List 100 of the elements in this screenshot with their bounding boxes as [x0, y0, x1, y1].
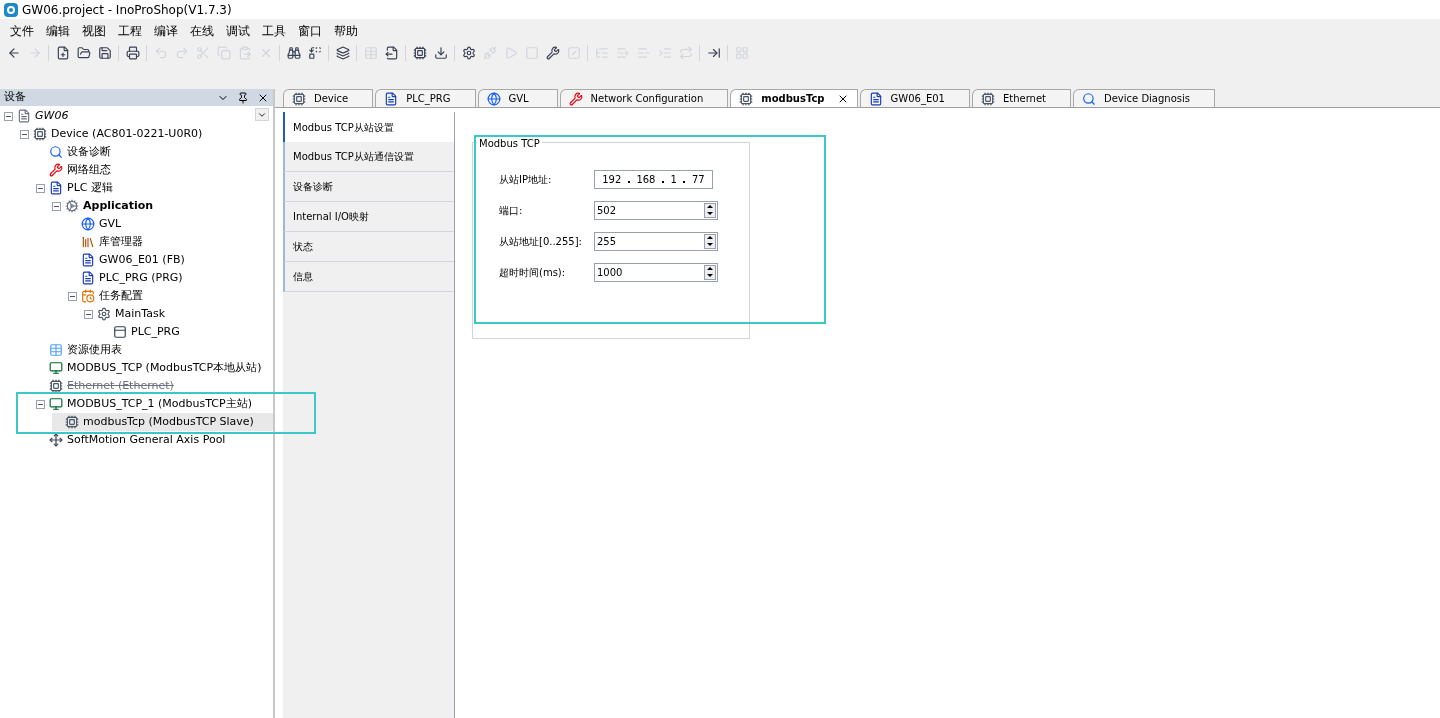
module-icon: [49, 361, 63, 375]
device-icon: [980, 91, 995, 106]
editor-tab[interactable]: PLC_PRG: [375, 89, 476, 107]
tree-item[interactable]: GW06_E01 (FB): [68, 251, 273, 269]
expander-icon[interactable]: [4, 111, 13, 121]
menu-item[interactable]: 在线: [184, 21, 220, 40]
expander-icon[interactable]: [36, 399, 45, 409]
tree-item-label: 资源使用表: [67, 341, 122, 358]
number-field[interactable]: 1000: [594, 262, 718, 282]
tree-item[interactable]: modbusTcp (ModbusTCP Slave): [52, 413, 273, 431]
menu-item[interactable]: 工具: [256, 21, 292, 40]
pin-icon[interactable]: [237, 91, 249, 104]
tree-item[interactable]: Device (AC801-0221-U0R0): [20, 125, 273, 143]
field-label: 端口:: [499, 203, 524, 218]
menu-item[interactable]: 文件: [4, 21, 40, 40]
device-icon: [49, 379, 63, 393]
books-icon: [81, 235, 95, 249]
expander-icon[interactable]: [84, 309, 93, 319]
ip-address-field[interactable]: 192 168 1 77: [594, 169, 713, 189]
tree-item[interactable]: MainTask: [84, 305, 273, 323]
tree-item[interactable]: SoftMotion General Axis Pool: [36, 431, 273, 449]
tree-item[interactable]: MODBUS_TCP (ModbusTCP本地从站): [36, 359, 273, 377]
tree-item-label: GVL: [99, 215, 122, 232]
expander-icon[interactable]: [36, 183, 45, 193]
menu-item[interactable]: 调试: [220, 21, 256, 40]
gear-icon: [97, 307, 111, 321]
editor-tab[interactable]: GVL: [477, 89, 558, 107]
spinner-icon[interactable]: [704, 202, 716, 218]
wrench-icon: [568, 91, 583, 106]
expander-icon[interactable]: [20, 129, 29, 139]
tree-item[interactable]: 任务配置: [68, 287, 273, 305]
field-label: 从站地址[0..255]:: [499, 234, 583, 249]
wrench-icon: [49, 163, 63, 177]
tree-item-label: MainTask: [115, 305, 165, 322]
editor-tab[interactable]: Device: [283, 89, 374, 107]
document-icon: [81, 253, 95, 267]
search-icon: [49, 145, 63, 159]
ip-octet: 168: [636, 172, 656, 187]
menu-item[interactable]: 编辑: [40, 21, 76, 40]
search-icon: [1082, 91, 1096, 106]
tree-item-label: Application: [83, 197, 154, 214]
expander-icon[interactable]: [68, 291, 77, 301]
menu-item[interactable]: 窗口: [292, 21, 328, 40]
axis-icon: [49, 433, 63, 447]
document-icon: [49, 181, 63, 195]
tree-item-label: PLC_PRG (PRG): [99, 269, 183, 286]
tree-item-label: 库管理器: [99, 233, 143, 250]
tree-item[interactable]: GVL: [68, 215, 273, 233]
page-tab[interactable]: Modbus TCP从站通信设置: [283, 142, 454, 172]
menu-item[interactable]: 视图: [76, 21, 112, 40]
tree-item[interactable]: 设备诊断: [36, 143, 273, 161]
device-icon: [292, 91, 306, 106]
editor-tab[interactable]: modbusTcp: [730, 89, 858, 107]
device-icon: [739, 91, 754, 106]
page-tab[interactable]: 信息: [283, 262, 454, 292]
editor-tab[interactable]: GW06_E01: [859, 89, 970, 107]
tree-item-label: modbusTcp (ModbusTCP Slave): [83, 413, 254, 430]
ip-octet: 1: [670, 172, 677, 187]
expander-icon[interactable]: [52, 201, 61, 211]
ip-octet: 77: [691, 172, 705, 187]
spinner-icon[interactable]: [704, 233, 716, 249]
ip-octet: 192: [602, 172, 622, 187]
tree-item[interactable]: PLC 逻辑: [36, 179, 273, 197]
menu-item[interactable]: 工程: [112, 21, 148, 40]
document-icon: [384, 91, 399, 106]
tree-item-label: Ethernet (Ethernet): [67, 377, 174, 394]
number-field[interactable]: 255: [594, 231, 718, 251]
tree-item-label: MODBUS_TCP (ModbusTCP本地从站): [67, 359, 262, 376]
editor-tab[interactable]: Ethernet: [971, 89, 1071, 107]
tree-item[interactable]: MODBUS_TCP_1 (ModbusTCP主站): [36, 395, 273, 413]
page-tab[interactable]: 设备诊断: [283, 172, 454, 202]
editor-tab[interactable]: Network Configuration: [559, 89, 729, 107]
page-tab[interactable]: Modbus TCP从站设置: [283, 112, 454, 142]
task-icon: [81, 289, 95, 303]
menu-item[interactable]: 帮助: [328, 21, 364, 40]
tree-item-label: MODBUS_TCP_1 (ModbusTCP主站): [67, 395, 252, 412]
tree-item[interactable]: GW06: [4, 107, 273, 125]
panel-title: 设备: [4, 89, 27, 106]
window-title: GW06.project - InoProShop(V1.7.3): [22, 1, 232, 19]
tree-item-label: GW06_E01 (FB): [99, 251, 185, 268]
tree-item-label: Device (AC801-0221-U0R0): [51, 125, 203, 142]
device-icon: [65, 415, 79, 429]
tree-item[interactable]: Application: [52, 197, 273, 215]
tree-item-label: 任务配置: [99, 287, 143, 304]
tree-item[interactable]: PLC_PRG (PRG): [68, 269, 273, 287]
document-icon: [868, 91, 883, 106]
tree-item[interactable]: PLC_PRG: [100, 323, 273, 341]
tree-item[interactable]: 网络组态: [36, 161, 273, 179]
spinner-icon[interactable]: [704, 264, 716, 280]
menu-item[interactable]: 编译: [148, 21, 184, 40]
globe-icon: [81, 217, 95, 231]
page-tab[interactable]: Internal I/O映射: [283, 202, 454, 232]
tree-item[interactable]: 库管理器: [68, 233, 273, 251]
device-icon: [33, 127, 47, 141]
tree-item[interactable]: 资源使用表: [36, 341, 273, 359]
page-tab[interactable]: 状态: [283, 232, 454, 262]
number-field[interactable]: 502: [594, 200, 718, 220]
globe-icon: [486, 91, 501, 106]
editor-tab[interactable]: Device Diagnosis: [1073, 89, 1215, 107]
document-icon: [81, 271, 95, 285]
